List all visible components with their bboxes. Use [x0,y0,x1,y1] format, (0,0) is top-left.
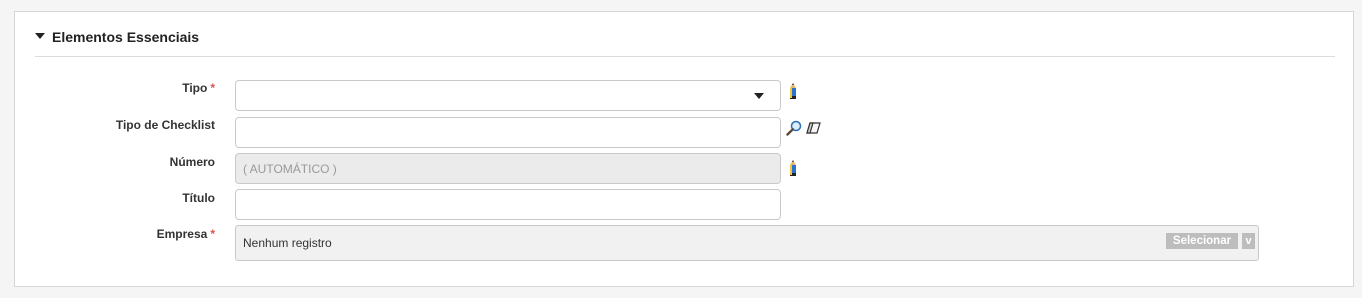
titulo-label-text: Título [182,191,215,205]
eraser-icon[interactable] [805,121,822,135]
empresa-selector[interactable]: Nenhum registro Selecionar v [235,225,1259,261]
titulo-label: Título [182,190,215,206]
empresa-label-text: Empresa [156,227,208,241]
expand-toggle-button[interactable]: v [1242,233,1255,249]
empresa-label: Empresa * [157,226,215,242]
chevron-down-icon[interactable] [754,93,764,99]
required-marker: * [210,227,215,241]
numero-label: Número [170,154,215,170]
tipo-label: Tipo * [182,80,215,96]
pencil-icon[interactable] [786,83,800,101]
tipo-label-text: Tipo [182,81,208,95]
section-title: Elementos Essenciais [52,29,200,45]
caret-down-icon[interactable] [35,33,45,39]
numero-label-text: Número [169,155,215,169]
required-marker: * [210,81,215,95]
tipo-checklist-input[interactable] [235,117,781,148]
tipo-checklist-label-text: Tipo de Checklist [115,118,215,132]
select-button[interactable]: Selecionar [1166,233,1238,249]
tipo-select[interactable] [235,80,781,111]
empresa-value: Nenhum registro [243,236,332,250]
section-header[interactable]: Elementos Essenciais [35,27,1335,57]
numero-input [235,153,781,184]
pencil-icon[interactable] [786,160,800,178]
titulo-input[interactable] [235,189,781,220]
magnifier-icon[interactable] [786,120,802,136]
tipo-checklist-label: Tipo de Checklist [116,117,215,133]
